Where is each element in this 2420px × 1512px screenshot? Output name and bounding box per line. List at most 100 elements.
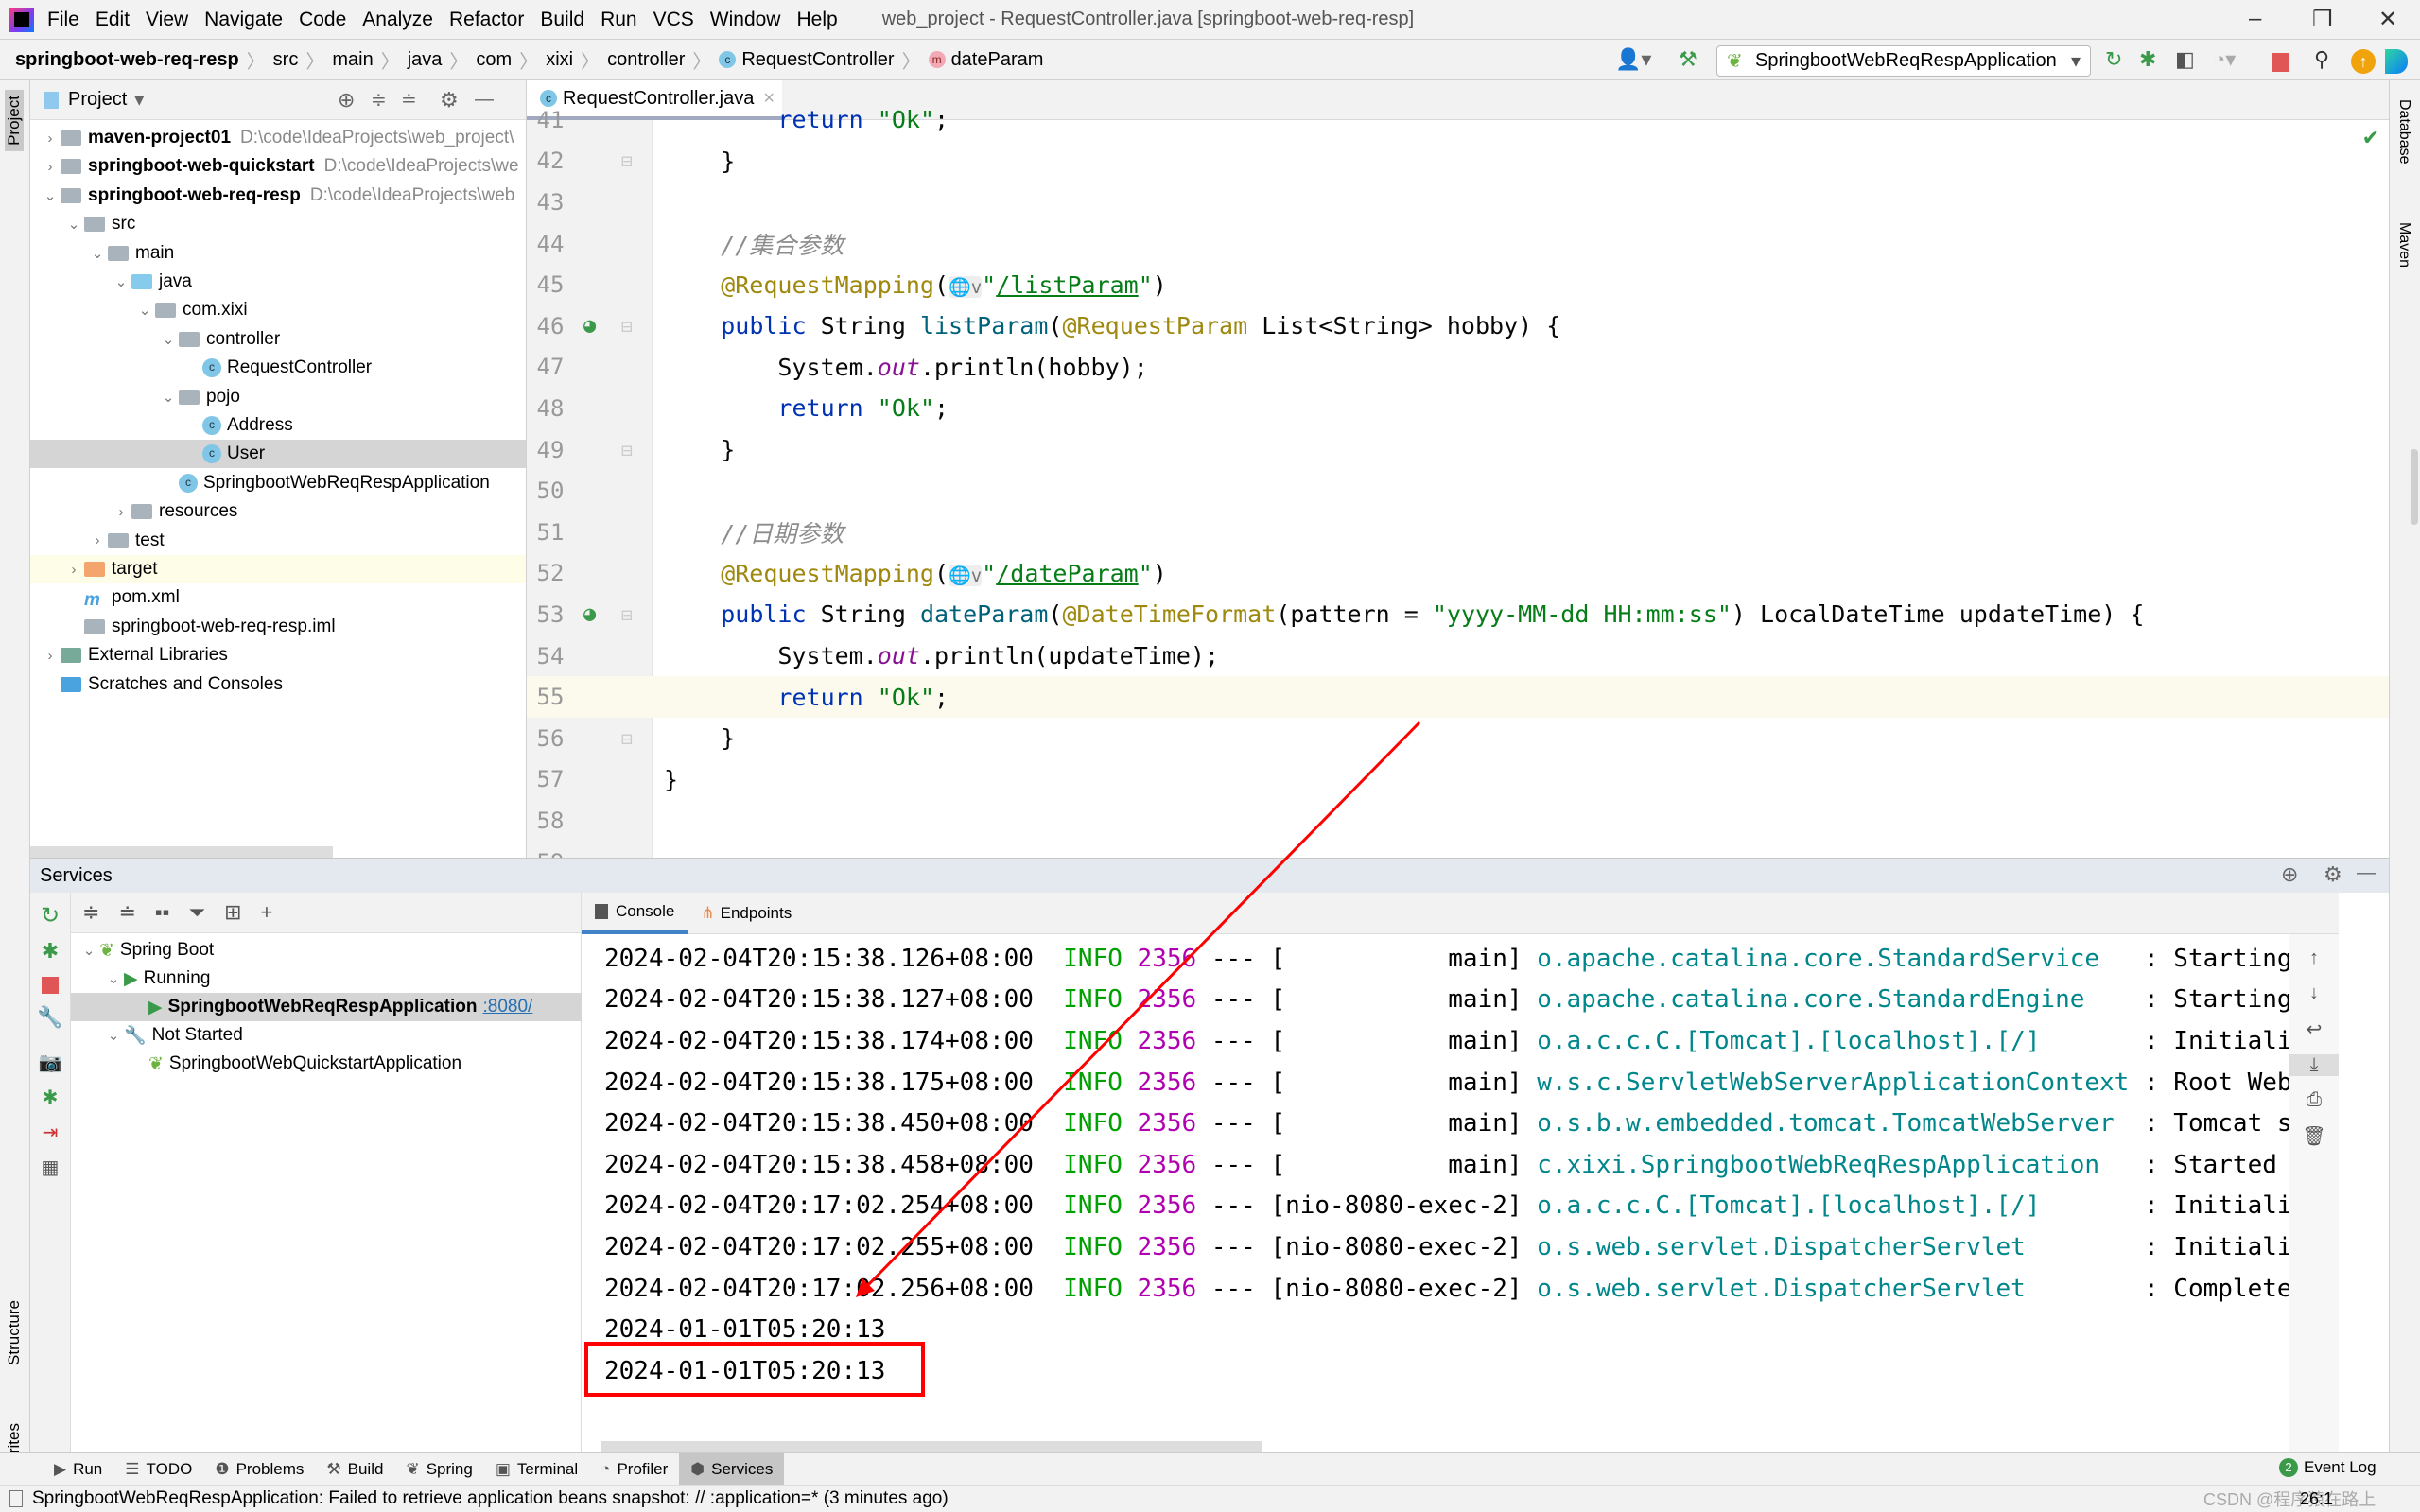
- breadcrumb-item[interactable]: com 〉: [476, 46, 546, 74]
- locate-icon[interactable]: ⊕: [338, 88, 355, 113]
- menu-build[interactable]: Build: [540, 9, 584, 31]
- exit-icon[interactable]: ⇥: [30, 1121, 70, 1144]
- soft-wrap-icon[interactable]: ↩: [2289, 1017, 2339, 1041]
- bottom-tab-services[interactable]: ⬢ Services: [679, 1452, 785, 1486]
- horizontal-scrollbar[interactable]: [30, 846, 333, 858]
- globe-icon[interactable]: 🌐v: [949, 275, 983, 298]
- bottom-tab-problems[interactable]: ❶ Problems: [203, 1453, 315, 1486]
- code-line[interactable]: 53 ◕ ⊟ public String dateParam(@DateTimeFo…: [527, 594, 2389, 635]
- breadcrumb-item[interactable]: springboot-web-req-resp 〉: [15, 46, 273, 74]
- menu-code[interactable]: Code: [299, 9, 346, 31]
- collapse-all-icon[interactable]: ≐: [118, 900, 135, 925]
- chevron-down-icon[interactable]: ⌄: [158, 331, 179, 348]
- horizontal-scrollbar[interactable]: [601, 1441, 1262, 1452]
- menu-refactor[interactable]: Refactor: [449, 9, 524, 31]
- menu-run[interactable]: Run: [601, 9, 637, 31]
- collapse-all-icon[interactable]: ≐: [401, 88, 417, 112]
- service-url-link[interactable]: :8080/: [483, 997, 533, 1017]
- profiler-icon[interactable]: ◔▾: [2213, 47, 2236, 72]
- tree-item[interactable]: c RequestController: [30, 354, 526, 382]
- breadcrumb-item[interactable]: c RequestController 〉: [719, 46, 928, 74]
- debug-icon[interactable]: ✱: [30, 939, 70, 964]
- breadcrumb-item[interactable]: controller 〉: [607, 46, 719, 74]
- caret-position[interactable]: 26:1: [2300, 1489, 2333, 1509]
- code-line[interactable]: 46 ◕ ⊟ public String listParam(@RequestPar…: [527, 305, 2389, 347]
- fold-icon[interactable]: ⊟: [621, 439, 633, 461]
- tree-item[interactable]: ⌄ main: [30, 239, 526, 268]
- status-message[interactable]: SpringbootWebReqRespApplication: Failed …: [32, 1488, 949, 1509]
- code-line[interactable]: 52 @RequestMapping(🌐v"/dateParam"): [527, 553, 2389, 595]
- chevron-down-icon[interactable]: ▾: [134, 88, 144, 112]
- service-item[interactable]: ❦ SpringbootWebQuickstartApplication: [71, 1050, 582, 1078]
- code-line[interactable]: 48 return "Ok";: [527, 388, 2389, 429]
- rerun-icon[interactable]: ↻: [2105, 47, 2122, 72]
- tab-console[interactable]: Console: [582, 893, 688, 934]
- service-item[interactable]: ⌄ ▶ Running: [71, 965, 582, 993]
- update-icon[interactable]: ↑: [2351, 49, 2376, 74]
- service-item[interactable]: ▶ SpringbootWebReqRespApplication:8080/: [71, 993, 582, 1021]
- chevron-down-icon[interactable]: ⌄: [103, 1027, 124, 1044]
- service-item[interactable]: ⌄ 🔧 Not Started: [71, 1021, 582, 1050]
- code-line[interactable]: 49 ⊟ }: [527, 429, 2389, 471]
- hide-icon[interactable]: —: [475, 89, 494, 111]
- menu-file[interactable]: File: [47, 9, 79, 31]
- gear-icon[interactable]: ⚙: [2324, 862, 2342, 887]
- layout-icon[interactable]: ▦: [30, 1156, 70, 1179]
- chevron-down-icon[interactable]: ⌄: [158, 389, 179, 406]
- arrow-up-icon[interactable]: ↑: [2289, 947, 2339, 969]
- code-line[interactable]: 41 return "Ok";: [527, 99, 2389, 141]
- tool-tab-database[interactable]: Database: [2395, 99, 2412, 165]
- wrench-icon[interactable]: 🔧: [30, 1005, 70, 1030]
- code-line[interactable]: 43: [527, 182, 2389, 223]
- chevron-down-icon[interactable]: ⌄: [40, 187, 61, 204]
- tree-item[interactable]: springboot-web-req-resp.iml: [30, 613, 526, 641]
- tree-item[interactable]: ⌄ java: [30, 268, 526, 296]
- debug-settings-icon[interactable]: ✱: [30, 1086, 70, 1109]
- toolbox-icon[interactable]: [2385, 49, 2408, 74]
- run-configuration-select[interactable]: ❦ SpringbootWebReqRespApplication ▾: [1716, 45, 2091, 77]
- tree-item[interactable]: ⌄ src: [30, 210, 526, 238]
- gear-icon[interactable]: ⚙: [440, 88, 459, 113]
- code-token[interactable]: /listParam: [996, 271, 1139, 299]
- chevron-right-icon[interactable]: ›: [63, 562, 84, 578]
- print-icon[interactable]: ⎙: [2289, 1089, 2339, 1111]
- tool-tab-structure[interactable]: Structure: [5, 1300, 24, 1365]
- menu-help[interactable]: Help: [796, 9, 837, 31]
- tree-item[interactable]: m pom.xml: [30, 583, 526, 612]
- fold-icon[interactable]: ⊟: [621, 315, 633, 338]
- close-button[interactable]: ✕: [2378, 6, 2397, 33]
- tree-item[interactable]: ⌄ springboot-web-req-resp D:\code\IdeaProj…: [30, 182, 526, 210]
- minimize-button[interactable]: –: [2249, 6, 2261, 32]
- menu-view[interactable]: View: [146, 9, 188, 31]
- code-line[interactable]: 44 //集合参数: [527, 223, 2389, 265]
- fold-icon[interactable]: ⊟: [621, 149, 633, 172]
- code-line[interactable]: 59: [527, 842, 2389, 858]
- code-line[interactable]: 55 return "Ok";: [527, 676, 2389, 718]
- scroll-to-end-icon[interactable]: ⤓: [2289, 1054, 2339, 1076]
- hide-icon[interactable]: —: [2357, 862, 2376, 884]
- project-view-select[interactable]: Project: [68, 89, 127, 111]
- event-log-button[interactable]: 2 Event Log: [2279, 1458, 2376, 1477]
- coverage-icon[interactable]: ◧: [2175, 47, 2195, 72]
- spring-endpoint-gutter-icon[interactable]: ◕: [583, 314, 596, 338]
- globe-icon[interactable]: 🌐v: [949, 564, 983, 586]
- tree-item[interactable]: c User: [30, 440, 526, 469]
- locate-icon[interactable]: ⊕: [2281, 862, 2298, 887]
- search-icon[interactable]: ⚲: [2314, 47, 2329, 72]
- stop-icon[interactable]: [2272, 53, 2289, 72]
- bottom-tab-spring[interactable]: ❦ Spring: [394, 1453, 483, 1486]
- scrollbar-thumb[interactable]: [2411, 449, 2418, 525]
- service-item[interactable]: ⌄ ❦ Spring Boot: [71, 936, 582, 965]
- chevron-down-icon[interactable]: ⌄: [87, 245, 108, 262]
- tree-item[interactable]: › External Libraries: [30, 641, 526, 669]
- build-hammer-icon[interactable]: ⚒: [1679, 47, 1697, 72]
- debug-icon[interactable]: ✱: [2139, 47, 2156, 72]
- tool-tab-maven[interactable]: Maven: [2395, 222, 2412, 268]
- arrow-down-icon[interactable]: ↓: [2289, 982, 2339, 1004]
- vcs-user-icon[interactable]: 👤▾: [1615, 47, 1651, 72]
- menu-navigate[interactable]: Navigate: [204, 9, 283, 31]
- breadcrumb-item[interactable]: java 〉: [408, 46, 477, 74]
- tree-item[interactable]: ⌄ com.xixi: [30, 296, 526, 324]
- restore-button[interactable]: ❐: [2312, 6, 2333, 33]
- tree-item[interactable]: › test: [30, 527, 526, 555]
